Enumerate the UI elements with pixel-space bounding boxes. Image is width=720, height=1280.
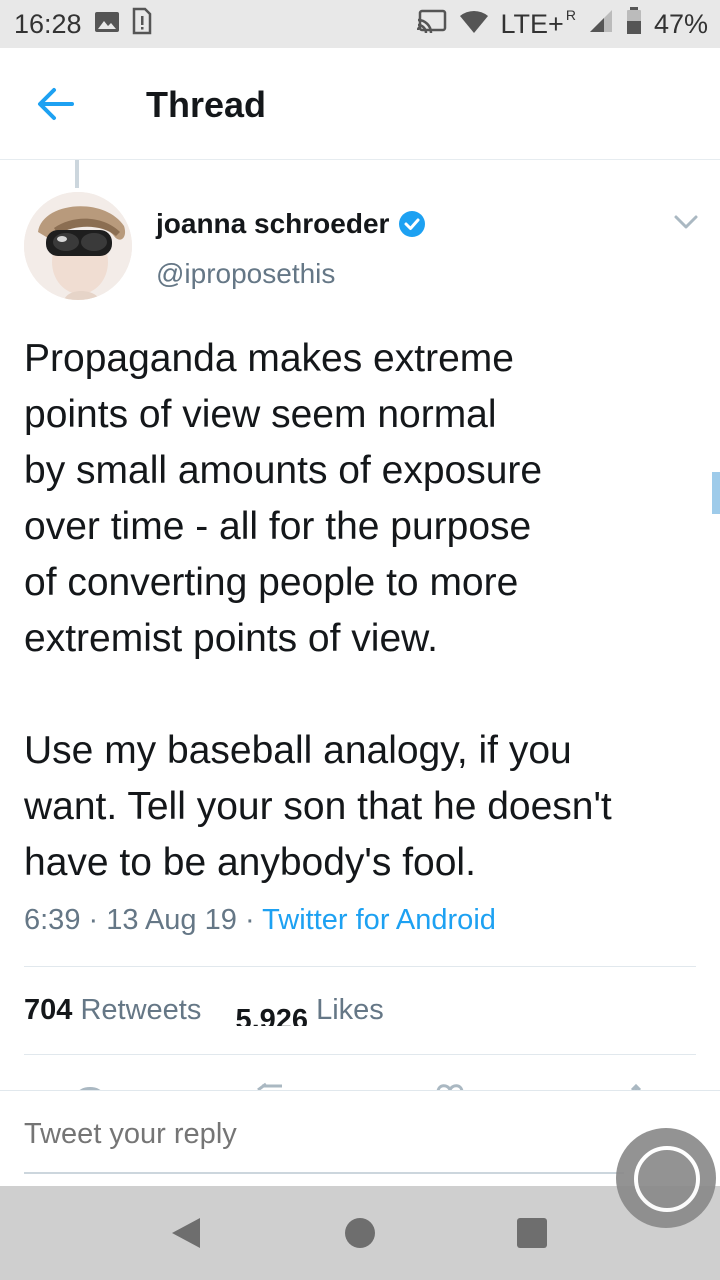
nav-recents-icon[interactable] bbox=[516, 1217, 548, 1254]
tweet-meta: 6:39 · 13 Aug 19 · Twitter for Android bbox=[24, 904, 496, 937]
signal-icon bbox=[588, 8, 614, 41]
reply-icon[interactable] bbox=[74, 1082, 106, 1090]
roaming-indicator: R bbox=[565, 6, 576, 23]
retweet-icon[interactable] bbox=[254, 1082, 286, 1090]
nav-home-icon[interactable] bbox=[344, 1217, 376, 1254]
like-icon[interactable] bbox=[434, 1082, 466, 1090]
chevron-down-icon[interactable] bbox=[672, 212, 700, 232]
retweets-stat[interactable]: 704 Retweets bbox=[24, 994, 201, 1026]
likes-label: Likes bbox=[316, 994, 384, 1026]
reply-input-underline bbox=[24, 1172, 624, 1174]
share-icon[interactable] bbox=[626, 1082, 646, 1090]
tweet-text: Propaganda makes extreme points of view … bbox=[24, 337, 612, 884]
tweet-stats: 704 Retweets 5,926 Likes bbox=[24, 994, 384, 1027]
retweets-count: 704 bbox=[24, 994, 73, 1026]
retweets-label: Retweets bbox=[80, 994, 202, 1026]
page-title: Thread bbox=[146, 84, 267, 125]
tweet-time: 6:39 bbox=[24, 904, 81, 936]
meta-separator: · bbox=[88, 904, 99, 936]
reply-input[interactable] bbox=[24, 1118, 584, 1151]
sim-alert-icon bbox=[132, 7, 152, 42]
avatar[interactable] bbox=[24, 192, 132, 300]
status-time: 16:28 bbox=[14, 8, 82, 39]
assistive-touch-button[interactable] bbox=[616, 1128, 716, 1228]
wifi-icon bbox=[459, 8, 489, 41]
scrollbar[interactable] bbox=[712, 472, 720, 514]
divider bbox=[24, 1054, 696, 1055]
author-handle[interactable]: @iproposethis bbox=[156, 258, 335, 290]
verified-badge-icon bbox=[398, 210, 426, 238]
likes-stat[interactable]: 5,926 Likes bbox=[235, 994, 383, 1026]
network-type: LTE+ bbox=[500, 8, 564, 39]
image-icon bbox=[94, 9, 120, 40]
tweet-source-link[interactable]: Twitter for Android bbox=[262, 904, 496, 936]
system-nav-bar bbox=[0, 1186, 720, 1280]
app-bar: Thread bbox=[0, 48, 720, 160]
cast-icon bbox=[416, 9, 447, 40]
battery-percent: 47% bbox=[653, 8, 708, 39]
divider bbox=[24, 966, 696, 967]
battery-icon bbox=[626, 6, 642, 42]
status-bar: 16:28 LTE+ R 47% bbox=[0, 0, 720, 48]
circle-icon bbox=[634, 1146, 700, 1212]
tweet-date: 13 Aug 19 bbox=[106, 904, 237, 936]
back-arrow-icon[interactable] bbox=[36, 86, 76, 122]
thread-connector-line bbox=[75, 160, 79, 188]
likes-count: 5,926 bbox=[235, 1004, 309, 1026]
meta-separator: · bbox=[244, 904, 255, 936]
author-name[interactable]: joanna schroeder bbox=[156, 208, 389, 240]
nav-back-icon[interactable] bbox=[170, 1216, 202, 1255]
